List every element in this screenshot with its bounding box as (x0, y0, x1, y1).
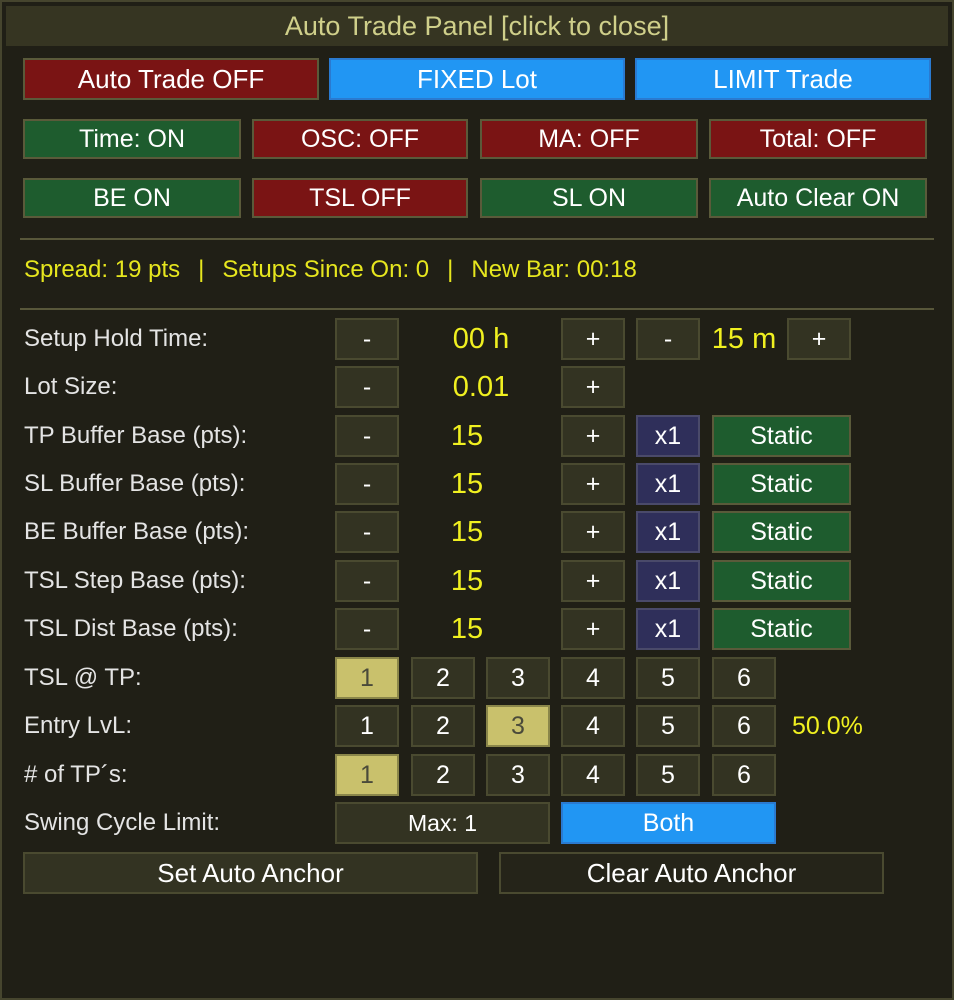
tsl-dist-value: 15 (450, 613, 484, 645)
tp-buffer-multiplier-button[interactable]: x1 (636, 415, 700, 457)
entry-level-option-1[interactable]: 1 (335, 705, 399, 747)
sl-buffer-mode-button[interactable]: Static (712, 463, 851, 505)
osc-filter-toggle[interactable]: OSC: OFF (252, 119, 468, 159)
setup-hold-time-label: Setup Hold Time: (24, 325, 209, 352)
hours-increment-button[interactable]: + (561, 318, 625, 360)
ma-filter-toggle[interactable]: MA: OFF (480, 119, 698, 159)
auto-trade-panel: Auto Trade Panel [click to close] Auto T… (0, 0, 954, 1000)
divider (20, 238, 934, 240)
auto-clear-toggle[interactable]: Auto Clear ON (709, 178, 927, 218)
lot-size-value: 0.01 (452, 371, 510, 403)
tsl-dist-label: TSL Dist Base (pts): (24, 615, 238, 642)
status-separator: | (447, 256, 454, 283)
num-tps-option-1[interactable]: 1 (335, 754, 399, 796)
tsl-step-mode-button[interactable]: Static (712, 560, 851, 602)
tsl-toggle[interactable]: TSL OFF (252, 178, 468, 218)
tp-buffer-value: 15 (450, 420, 484, 452)
sl-toggle[interactable]: SL ON (480, 178, 698, 218)
hours-decrement-button[interactable]: - (335, 318, 399, 360)
tsl-at-tp-option-2[interactable]: 2 (411, 657, 475, 699)
entry-level-option-3[interactable]: 3 (486, 705, 550, 747)
tsl-step-multiplier-button[interactable]: x1 (636, 560, 700, 602)
tsl-step-label: TSL Step Base (pts): (24, 567, 246, 594)
new-bar-timer: New Bar: 00:18 (471, 256, 637, 283)
tsl-dist-multiplier-button[interactable]: x1 (636, 608, 700, 650)
lot-size-increment-button[interactable]: + (561, 366, 625, 408)
be-buffer-multiplier-button[interactable]: x1 (636, 511, 700, 553)
lot-size-label: Lot Size: (24, 373, 118, 400)
tsl-dist-mode-button[interactable]: Static (712, 608, 851, 650)
tp-buffer-decrement-button[interactable]: - (335, 415, 399, 457)
entry-level-percent: 50.0% (792, 712, 863, 740)
panel-title-close[interactable]: Auto Trade Panel [click to close] (6, 6, 948, 46)
entry-level-option-4[interactable]: 4 (561, 705, 625, 747)
total-filter-toggle[interactable]: Total: OFF (709, 119, 927, 159)
swing-direction-button[interactable]: Both (561, 802, 776, 844)
status-separator: | (198, 256, 205, 283)
trade-type-button[interactable]: LIMIT Trade (635, 58, 931, 100)
tsl-at-tp-label: TSL @ TP: (24, 664, 142, 691)
tsl-dist-decrement-button[interactable]: - (335, 608, 399, 650)
num-tps-option-3[interactable]: 3 (486, 754, 550, 796)
tsl-step-increment-button[interactable]: + (561, 560, 625, 602)
swing-max-button[interactable]: Max: 1 (335, 802, 550, 844)
sl-buffer-multiplier-button[interactable]: x1 (636, 463, 700, 505)
tsl-at-tp-option-4[interactable]: 4 (561, 657, 625, 699)
tsl-at-tp-option-6[interactable]: 6 (712, 657, 776, 699)
lot-mode-button[interactable]: FIXED Lot (329, 58, 625, 100)
num-tps-option-4[interactable]: 4 (561, 754, 625, 796)
status-line: Spread: 19 pts | Setups Since On: 0 | New Ba… (24, 254, 637, 286)
sl-buffer-increment-button[interactable]: + (561, 463, 625, 505)
set-auto-anchor-button[interactable]: Set Auto Anchor (23, 852, 478, 894)
spread-readout: Spread: 19 pts (24, 256, 181, 283)
entry-level-label: Entry LvL: (24, 712, 133, 739)
num-tps-option-2[interactable]: 2 (411, 754, 475, 796)
tsl-at-tp-option-3[interactable]: 3 (486, 657, 550, 699)
lot-size-decrement-button[interactable]: - (335, 366, 399, 408)
time-filter-toggle[interactable]: Time: ON (23, 119, 241, 159)
be-buffer-value: 15 (450, 516, 484, 548)
sl-buffer-decrement-button[interactable]: - (335, 463, 399, 505)
auto-trade-toggle-button[interactable]: Auto Trade OFF (23, 58, 319, 100)
clear-auto-anchor-button[interactable]: Clear Auto Anchor (499, 852, 884, 894)
sl-buffer-value: 15 (450, 468, 484, 500)
be-buffer-mode-button[interactable]: Static (712, 511, 851, 553)
tsl-dist-increment-button[interactable]: + (561, 608, 625, 650)
be-buffer-decrement-button[interactable]: - (335, 511, 399, 553)
setups-since-on-readout: Setups Since On: 0 (222, 256, 430, 283)
tsl-step-value: 15 (450, 565, 484, 597)
be-buffer-increment-button[interactable]: + (561, 511, 625, 553)
tsl-at-tp-option-1[interactable]: 1 (335, 657, 399, 699)
entry-level-option-2[interactable]: 2 (411, 705, 475, 747)
minutes-increment-button[interactable]: + (787, 318, 851, 360)
sl-buffer-label: SL Buffer Base (pts): (24, 470, 246, 497)
num-tps-label: # of TP´s: (24, 761, 128, 788)
entry-level-option-5[interactable]: 5 (636, 705, 700, 747)
minutes-value: 15 m (711, 323, 777, 355)
minutes-decrement-button[interactable]: - (636, 318, 700, 360)
divider (20, 308, 934, 310)
tsl-step-decrement-button[interactable]: - (335, 560, 399, 602)
tp-buffer-label: TP Buffer Base (pts): (24, 422, 248, 449)
be-toggle[interactable]: BE ON (23, 178, 241, 218)
tp-buffer-mode-button[interactable]: Static (712, 415, 851, 457)
hours-value: 00 h (452, 323, 510, 355)
tsl-at-tp-option-5[interactable]: 5 (636, 657, 700, 699)
entry-level-option-6[interactable]: 6 (712, 705, 776, 747)
num-tps-option-6[interactable]: 6 (712, 754, 776, 796)
num-tps-option-5[interactable]: 5 (636, 754, 700, 796)
tp-buffer-increment-button[interactable]: + (561, 415, 625, 457)
be-buffer-label: BE Buffer Base (pts): (24, 518, 249, 545)
swing-cycle-limit-label: Swing Cycle Limit: (24, 809, 221, 836)
